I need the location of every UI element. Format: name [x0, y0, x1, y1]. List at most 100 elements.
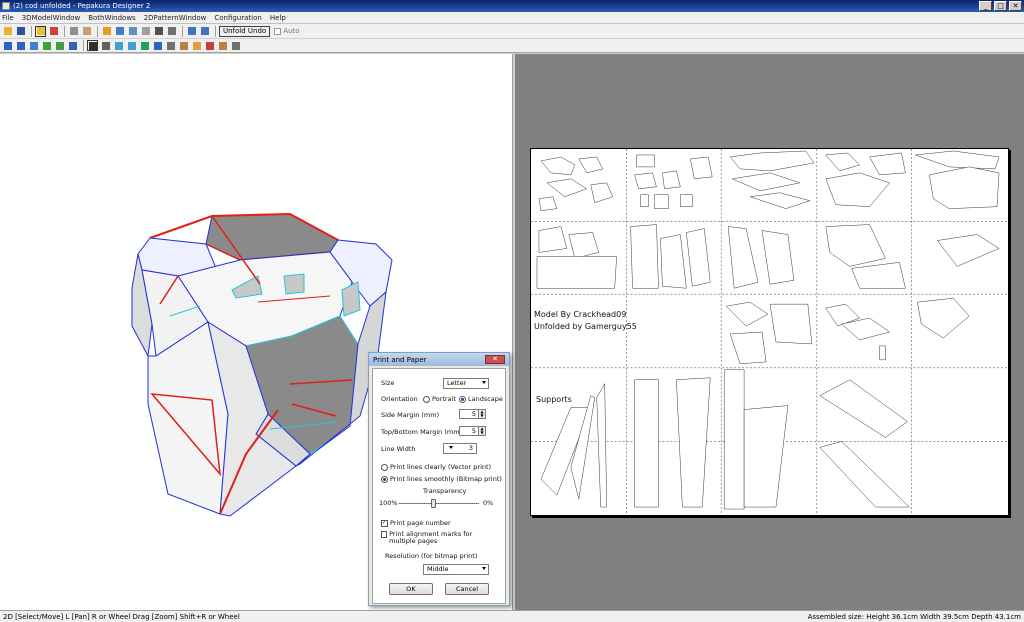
maximize-button[interactable]: □ — [994, 1, 1007, 11]
menu-2dpatternwindow[interactable]: 2DPatternWindow — [144, 14, 207, 22]
paper-icon[interactable] — [113, 40, 124, 51]
face-icon[interactable] — [67, 40, 78, 51]
dialog-body: Size Letter Orientation Portrait Landsca… — [372, 368, 506, 604]
transparency-slider-thumb[interactable] — [430, 499, 436, 508]
box-icon[interactable] — [81, 26, 92, 37]
portrait-radio[interactable]: Portrait — [423, 395, 456, 403]
cursor-icon[interactable] — [87, 40, 98, 51]
line-width-value: 3 — [468, 444, 473, 452]
app-icon — [2, 2, 10, 10]
texture-icon[interactable] — [48, 26, 59, 37]
join-icon[interactable] — [114, 26, 125, 37]
toolbar-divider — [215, 25, 216, 37]
bitmap-print-label: Print lines smoothly (Bitmap print) — [390, 475, 502, 483]
info-icon[interactable] — [230, 40, 241, 51]
pattern-2d-view[interactable]: Model By Crackhead09 Unfolded by Gamergu… — [515, 54, 1024, 610]
bitmap-print-radio[interactable]: Print lines smoothly (Bitmap print) — [381, 475, 502, 483]
cancel-button[interactable]: Cancel — [445, 583, 489, 595]
glue-icon[interactable] — [204, 40, 215, 51]
fold-icon[interactable] — [54, 40, 65, 51]
page-grid — [531, 149, 1008, 515]
alignment-marks-check-box[interactable] — [381, 531, 388, 538]
layout-icon[interactable] — [139, 40, 150, 51]
topbottom-margin-stepper[interactable]: 5 ▲ ▼ — [459, 426, 486, 436]
alignment-marks-checkbox[interactable]: Print alignment marks for multiple pages — [381, 531, 499, 545]
alignment-marks-label: Print alignment marks for multiple pages — [389, 530, 473, 545]
model-credit-text: Model By Crackhead09 — [534, 310, 627, 319]
spin-arrows-icon[interactable]: ▲ ▼ — [479, 426, 486, 436]
pencil-icon[interactable] — [101, 26, 112, 37]
toolbar-divider — [182, 25, 183, 37]
window-2d-icon[interactable] — [199, 26, 210, 37]
topbottom-margin-label: Top/Bottom Margin (mm) — [381, 428, 462, 436]
window-3d-icon[interactable] — [186, 26, 197, 37]
topbottom-margin-value[interactable]: 5 — [459, 426, 479, 436]
transparency-max-text: 0% — [483, 499, 494, 507]
grid-icon[interactable] — [126, 40, 137, 51]
fit-icon[interactable] — [153, 26, 164, 37]
dialog-close-button[interactable]: ✕ — [485, 355, 505, 364]
select-icon[interactable] — [2, 40, 13, 51]
line-width-select[interactable]: 3 — [443, 443, 477, 454]
auto-check-box[interactable] — [274, 27, 282, 35]
menu-3dmodelwindow[interactable]: 3DModelWindow — [22, 14, 80, 22]
scale-icon[interactable] — [100, 40, 111, 51]
ok-button[interactable]: OK — [389, 583, 433, 595]
vector-print-radio-circle[interactable] — [381, 463, 388, 471]
paint-icon[interactable] — [191, 40, 202, 51]
chevron-down-icon — [482, 567, 486, 570]
landscape-radio[interactable]: Landscape — [459, 395, 503, 403]
bitmap-print-radio-circle[interactable] — [381, 475, 388, 483]
orientation-label-text: Orientation — [381, 395, 418, 403]
size-select[interactable]: Letter — [443, 378, 489, 389]
line-width-label-text: Line Width — [381, 445, 416, 453]
tape-icon[interactable] — [178, 40, 189, 51]
page-number-checkbox[interactable]: ✓ Print page number — [381, 519, 451, 527]
unfold-undo-button[interactable]: Unfold Undo — [219, 25, 271, 37]
open-icon[interactable] — [2, 26, 13, 37]
transparency-slider-track[interactable] — [399, 503, 479, 504]
portrait-radio-circle[interactable] — [423, 395, 430, 403]
page-number-check-box[interactable]: ✓ — [381, 519, 388, 527]
unfold-credit-text: Unfolded by Gamerguy55 — [534, 322, 637, 331]
export-icon[interactable] — [217, 40, 228, 51]
menu-bothwindows[interactable]: BothWindows — [88, 14, 136, 22]
toolbar-divider — [83, 40, 84, 51]
title-bar: (2) cod unfolded - Pepakura Designer 2 _… — [0, 0, 1024, 12]
menu-configuration[interactable]: Configuration — [214, 14, 261, 22]
edge-icon[interactable] — [41, 40, 52, 51]
auto-label: Auto — [283, 27, 300, 35]
menu-help[interactable]: Help — [270, 14, 286, 22]
cube-icon[interactable] — [68, 26, 79, 37]
align-icon[interactable] — [28, 40, 39, 51]
arrange-icon[interactable] — [152, 40, 163, 51]
window-title: (2) cod unfolded - Pepakura Designer 2 — [13, 2, 151, 10]
close-button[interactable]: ✕ — [1009, 1, 1022, 11]
rotate-icon[interactable] — [127, 26, 138, 37]
side-margin-value[interactable]: 5 — [459, 409, 479, 419]
chevron-down-icon — [482, 381, 486, 384]
transparency-min-label: 100% — [379, 499, 398, 507]
auto-checkbox[interactable]: Auto — [274, 27, 299, 35]
toolbar-divider — [31, 25, 32, 37]
resolution-label: Resolution (for bitmap print) — [385, 552, 477, 560]
side-margin-label-text: Side Margin (mm) — [381, 411, 440, 419]
print-icon[interactable] — [165, 40, 176, 51]
unfold-icon[interactable] — [35, 25, 46, 37]
flap-icon[interactable] — [140, 26, 151, 37]
vector-print-radio[interactable]: Print lines clearly (Vector print) — [381, 463, 491, 471]
save-icon[interactable] — [15, 26, 26, 37]
snap-icon[interactable] — [166, 26, 177, 37]
size-label: Size — [381, 379, 394, 387]
minimize-button[interactable]: _ — [979, 1, 992, 11]
side-margin-stepper[interactable]: 5 ▲ ▼ — [459, 409, 486, 419]
move-icon[interactable] — [15, 40, 26, 51]
menu-file[interactable]: File — [2, 14, 14, 22]
landscape-radio-circle[interactable] — [459, 395, 466, 403]
toolbar-main: Unfold Undo Auto — [0, 24, 1024, 38]
dialog-title: Print and Paper — [373, 355, 427, 364]
size-select-value: Letter — [447, 379, 467, 387]
portrait-label: Portrait — [432, 395, 456, 403]
resolution-select[interactable]: Middle — [423, 564, 489, 575]
spin-arrows-icon[interactable]: ▲ ▼ — [479, 409, 486, 419]
